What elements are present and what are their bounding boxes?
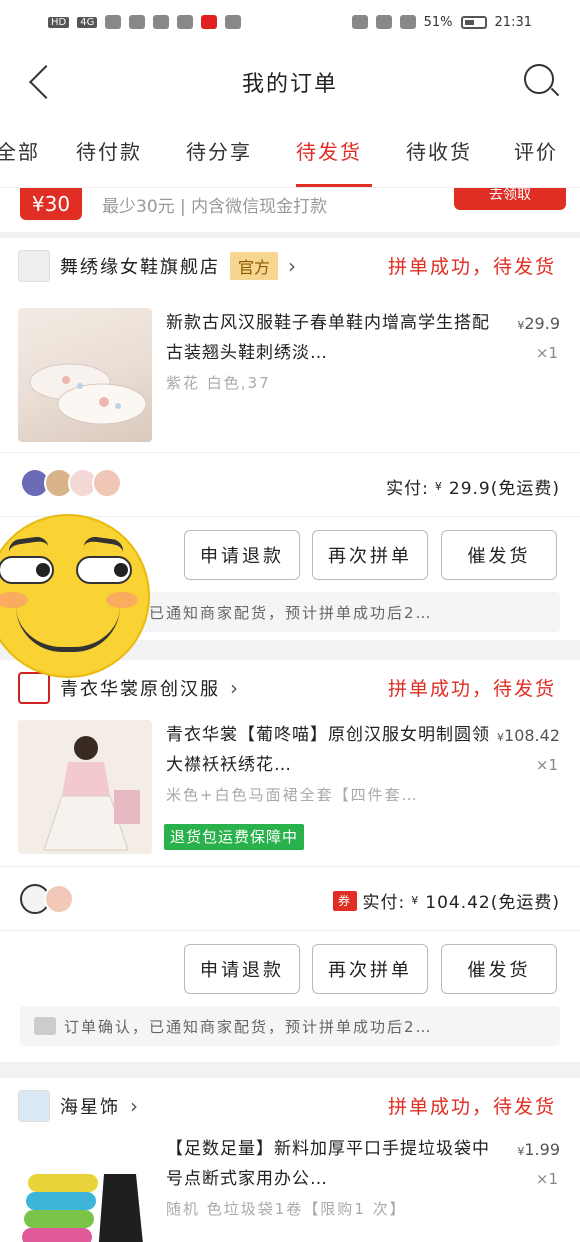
status-bar: HD 4G 51% 21:31 [0,0,580,44]
product-price: ¥1.99 [517,1140,560,1159]
emoji-sticker [0,514,150,678]
tab-all[interactable]: 全部 [0,136,40,165]
product-title[interactable]: 新款古风汉服鞋子春单鞋内增高学生搭配古装翘头鞋刺绣淡… [166,308,496,368]
official-badge: 官方 [230,252,279,280]
tab-pending-shipment[interactable]: 待发货 [296,136,362,165]
order-status: 拼单成功，待发货 [387,1096,556,1118]
order-tabs: 全部 待付款 待分享 待发货 待收货 评价 [0,120,580,188]
coupon-banner: ¥30 最少30元 | 内含微信现金打款 去领取 [0,188,580,232]
tab-review[interactable]: 评价 [514,136,558,165]
coupon-text: 最少30元 | 内含微信现金打款 [102,197,328,217]
tab-pending-payment[interactable]: 待付款 [76,136,142,165]
product-image[interactable] [18,720,152,854]
qq-icon [153,15,170,29]
product-title[interactable]: 【足数足量】新料加厚平口手提垃圾袋中号点断式家用办公… [166,1134,496,1194]
claim-coupon-button[interactable]: 去领取 [454,188,566,210]
product-quantity: ×1 [535,344,558,362]
app-notification-icon [201,15,218,29]
page-title: 我的订单 [241,72,338,97]
network-indicator: 4G [77,16,98,28]
shop-header[interactable]: 舞绣缘女鞋旗舰店 官方 › [18,250,298,282]
battery-percent: 51% [423,14,453,30]
tab-pending-receipt[interactable]: 待收货 [406,136,472,165]
coupon-amount: ¥30 [20,188,82,220]
order-card: 海星饰 › 拼单成功，待发货 【足数足量】新料加厚平口手提垃圾袋中号点断式家用办… [0,1078,580,1242]
order-status: 拼单成功，待发货 [387,256,556,278]
divider [0,930,580,931]
hd-indicator: HD [48,16,70,28]
wechat-icon [225,15,242,29]
product-image[interactable] [18,308,152,442]
chevron-right-icon: › [130,1094,140,1118]
refund-button[interactable]: 申请退款 [184,944,300,994]
chevron-right-icon: › [230,676,240,700]
back-arrow-icon[interactable] [20,62,60,102]
bluetooth-icon [375,15,392,29]
eye-icon [351,15,368,29]
product-spec: 紫花 白色,37 [166,374,271,392]
battery-icon [460,15,487,29]
shop-name: 海星饰 [60,1097,120,1118]
group-member-avatars[interactable] [20,884,74,914]
product-spec: 随机 色垃圾袋1卷【限购1 次】 [166,1200,407,1218]
shop-logo [18,672,50,704]
wifi-icon [129,15,146,29]
shop-name: 青衣华裳原创汉服 [60,679,220,700]
signal-icon [105,15,122,29]
reorder-button[interactable]: 再次拼单 [312,530,428,580]
mute-icon [399,15,416,29]
chevron-right-icon: › [288,254,299,278]
product-image[interactable] [18,1134,152,1242]
shop-logo [18,250,50,282]
active-tab-indicator [296,184,372,187]
product-price: ¥29.9 [517,314,560,333]
product-quantity: ×1 [535,756,558,774]
coupon-description: 最少30元 | 内含微信现金打款 [102,192,327,217]
order-status: 拼单成功，待发货 [387,678,556,700]
divider [0,866,580,867]
mail-icon [177,15,194,29]
tab-pending-share[interactable]: 待分享 [186,136,252,165]
paid-amount: 券 实付: ¥104.42(免运费) [332,888,560,913]
product-title[interactable]: 青衣华裳【葡咚喵】原创汉服女明制圆领大襟袄袄绣花… [166,720,496,780]
product-quantity: ×1 [535,1170,558,1188]
refund-button[interactable]: 申请退款 [184,530,300,580]
clock: 21:31 [494,14,532,30]
avatar [92,468,122,498]
nav-header: 我的订单 [0,44,580,120]
order-notice[interactable]: 订单确认，已通知商家配货，预计拼单成功后2… [20,1006,560,1046]
product-price: ¥108.42 [497,726,560,745]
avatar [44,884,74,914]
divider [0,452,580,453]
coupon-icon: 券 [332,890,357,911]
reorder-button[interactable]: 再次拼单 [312,944,428,994]
truck-icon [34,1017,56,1035]
search-icon[interactable] [520,62,560,102]
order-card: 青衣华裳原创汉服 › 拼单成功，待发货 青衣华裳【葡咚喵】原创汉服女明制圆领大襟… [0,660,580,1062]
shop-header[interactable]: 海星饰 › [18,1090,140,1122]
shop-logo [18,1090,50,1122]
shipping-guarantee-badge: 退货包运费保障中 [164,824,305,850]
shop-name: 舞绣缘女鞋旗舰店 [60,257,220,278]
urge-shipment-button[interactable]: 催发货 [441,944,557,994]
group-member-avatars[interactable] [20,468,122,498]
shop-header[interactable]: 青衣华裳原创汉服 › [18,672,240,704]
product-spec: 米色+白色马面裙全套【四件套… [166,786,419,804]
urge-shipment-button[interactable]: 催发货 [441,530,557,580]
paid-amount: 实付: ¥29.9(免运费) [386,479,560,499]
